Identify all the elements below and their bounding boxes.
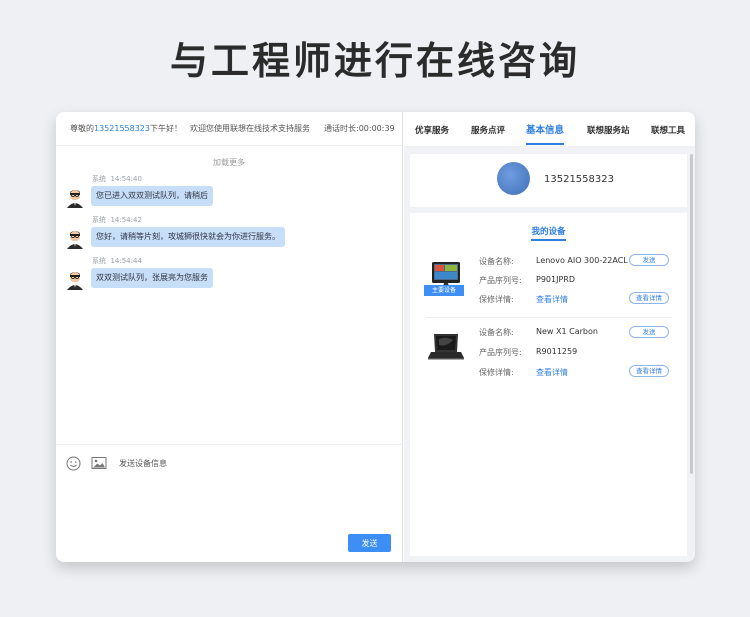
message-bubble: 您好，请稍等片刻，攻城狮很快就会为你进行服务。 (91, 227, 285, 247)
laptop-icon (426, 330, 471, 370)
call-timer-label: 通话时长: (324, 124, 359, 133)
devices-card: 我的设备 主要设备 设备名称: Lenovo AIO 300-22ACL 产品序列… (410, 213, 687, 556)
message-meta: 系统 14:54:40 (92, 175, 142, 183)
welcome-text: 欢迎您使用联想在线技术支持服务 (190, 124, 310, 133)
serial-label: 产品序列号: (479, 276, 522, 285)
tab-premium-service[interactable]: 优享服务 (415, 124, 449, 136)
message-bubble: 您已进入双双测试队列，请稍后 (91, 186, 213, 206)
info-panel: 优享服务 服务点评 基本信息 联想服务站 联想工具 13521558323 我的… (404, 112, 695, 562)
warranty-link[interactable]: 查看详情 (536, 367, 568, 378)
user-phone: 13521558323 (94, 124, 150, 133)
device-name-label: 设备名称: (479, 328, 514, 337)
agent-avatar-icon (66, 188, 84, 208)
tab-tools[interactable]: 联想工具 (651, 124, 685, 136)
view-details-button[interactable]: 查看详情 (629, 292, 669, 304)
view-details-button[interactable]: 查看详情 (629, 365, 669, 377)
tab-service-station[interactable]: 联想服务站 (587, 124, 630, 136)
profile-phone: 13521558323 (544, 174, 614, 185)
greeting-suffix: 下午好！ (150, 124, 182, 133)
agent-avatar-icon (66, 270, 84, 290)
device-name: New X1 Carbon (536, 327, 598, 336)
load-more-link[interactable]: 加载更多 (56, 157, 402, 168)
agent-avatar-icon (66, 229, 84, 249)
device-send-button[interactable]: 发送 (629, 254, 669, 266)
page-title: 与工程师进行在线咨询 (169, 39, 580, 83)
send-button[interactable]: 发送 (348, 534, 391, 552)
primary-device-badge: 主要设备 (424, 285, 464, 296)
call-timer-value: 00:00:39 (358, 124, 395, 133)
input-toolbar: 发送设备信息 (56, 445, 403, 471)
chat-pane: 尊敬的 13521558323 下午好！ 欢迎您使用联想在线技术支持服务 通话时… (56, 112, 403, 562)
greeting-prefix: 尊敬的 (70, 124, 94, 133)
tab-service-review[interactable]: 服务点评 (471, 124, 505, 136)
serial-label: 产品序列号: (479, 348, 522, 357)
device-send-button[interactable]: 发送 (629, 326, 669, 338)
panel-scrollbar[interactable] (690, 154, 693, 474)
warranty-link[interactable]: 查看详情 (536, 294, 568, 305)
chat-message: 系统 14:54:40 您已进入双双测试队列，请稍后 (56, 174, 402, 215)
serial-number: R9011259 (536, 347, 578, 356)
tab-basic-info[interactable]: 基本信息 (526, 122, 565, 145)
chat-message: 系统 14:54:42 您好，请稍等片刻，攻城狮很快就会为你进行服务。 (56, 215, 402, 256)
message-meta: 系统 14:54:44 (92, 257, 142, 265)
support-window: 尊敬的 13521558323 下午好！ 欢迎您使用联想在线技术支持服务 通话时… (56, 112, 695, 562)
serial-number: P901JPRD (536, 275, 575, 284)
send-device-info-button[interactable]: 发送设备信息 (119, 458, 167, 469)
device-item: 主要设备 设备名称: Lenovo AIO 300-22ACL 产品序列号: P90… (424, 251, 672, 317)
profile-card: 13521558323 (410, 154, 687, 207)
device-name: Lenovo AIO 300-22ACL (536, 256, 628, 265)
message-meta: 系统 14:54:42 (92, 216, 142, 224)
devices-title[interactable]: 我的设备 (410, 225, 687, 241)
device-name-label: 设备名称: (479, 257, 514, 266)
message-list: 系统 14:54:40 您已进入双双测试队列，请稍后 系统 14:54:42 您… (56, 174, 402, 297)
warranty-label: 保修详情: (479, 295, 514, 304)
device-item: 设备名称: New X1 Carbon 产品序列号: R9011259 保修详情: 查… (426, 317, 672, 383)
message-bubble: 双双测试队列，张展亮为您服务 (91, 268, 213, 288)
warranty-label: 保修详情: (479, 368, 514, 377)
chat-header: 尊敬的 13521558323 下午好！ 欢迎您使用联想在线技术支持服务 通话时… (56, 112, 402, 146)
emoji-icon[interactable] (65, 455, 81, 471)
panel-tabs: 优享服务 服务点评 基本信息 联想服务站 联想工具 (404, 112, 695, 146)
image-icon[interactable] (91, 455, 107, 471)
message-input-area[interactable]: 发送设备信息 发送 (56, 444, 403, 562)
chat-message: 系统 14:54:44 双双测试队列，张展亮为您服务 (56, 256, 402, 297)
avatar (497, 162, 530, 195)
